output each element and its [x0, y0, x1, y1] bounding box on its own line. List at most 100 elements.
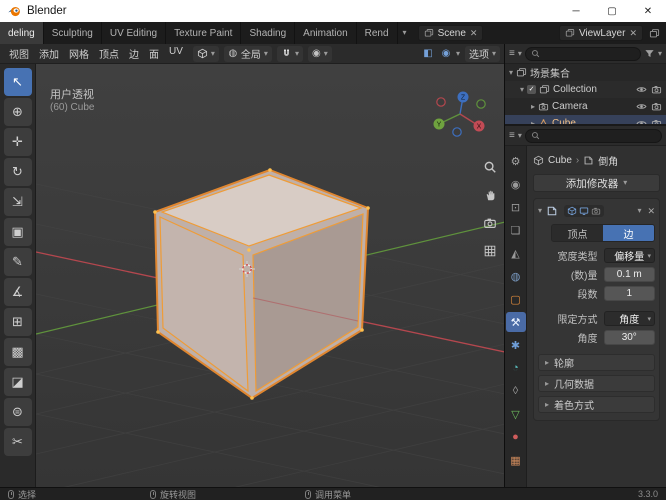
disable-render-icon[interactable] [651, 118, 662, 124]
close-button[interactable]: ✕ [630, 0, 666, 22]
collapsed-subpanel[interactable]: ▸ 着色方式 [538, 396, 655, 413]
workspace-tab[interactable]: Rend [357, 22, 398, 44]
viewport-menu[interactable]: 视图 [4, 46, 34, 61]
workspace-add-caret-icon[interactable]: ▾ [398, 29, 412, 37]
filter-caret-icon[interactable]: ▾ [658, 49, 662, 58]
scene-selector[interactable]: Scene ✕ [417, 25, 484, 41]
scene-unlink-icon[interactable]: ✕ [470, 28, 478, 38]
breadcrumb-modifier[interactable]: 倒角 [598, 153, 618, 168]
properties-tab-scene[interactable]: ◭ [506, 243, 526, 263]
viewport-menu[interactable]: 边 [124, 46, 144, 61]
affect-tab[interactable]: 边 [603, 225, 654, 241]
expand-icon[interactable]: ▾ [520, 85, 524, 94]
viewport-menu[interactable]: 面 [144, 46, 164, 61]
editor-type-caret-icon[interactable]: ▾ [518, 49, 522, 58]
pan-hand-icon[interactable] [481, 186, 498, 203]
hide-eye-icon[interactable] [636, 118, 647, 124]
zoom-icon[interactable] [481, 158, 498, 175]
filter-funnel-icon[interactable] [644, 48, 655, 59]
field-value[interactable]: 1 ▾ [603, 286, 655, 301]
viewport-canvas[interactable]: Z X Y 用户透视 (60) Cube [36, 64, 504, 487]
overlays-caret-icon[interactable]: ▾ [456, 49, 460, 58]
properties-tab-physics[interactable]: ◔ [506, 358, 526, 378]
field-value[interactable]: 偏移量 ▾ [603, 248, 655, 263]
properties-tab-modifiers[interactable]: ⚒ [505, 312, 526, 332]
properties-tab-particles[interactable]: ✱ [506, 335, 526, 355]
tool-button-loop-cut[interactable]: ⊜ [3, 398, 32, 426]
disable-render-icon[interactable] [651, 84, 662, 95]
tool-button-bevel[interactable]: ◪ [3, 368, 32, 396]
field-value[interactable]: 角度 ▾ [603, 311, 655, 326]
editmode-display-toggle-icon[interactable] [567, 206, 577, 216]
ortho-grid-icon[interactable] [481, 242, 498, 259]
outliner-row-collection[interactable]: ▾ ✓ Collection [505, 81, 666, 98]
viewport-menu[interactable]: 网格 [64, 46, 94, 61]
gizmo-z-neg[interactable] [452, 127, 462, 137]
tool-button-extrude-region[interactable]: ⊞ [3, 308, 32, 336]
gizmo-y-neg[interactable] [476, 99, 486, 109]
editor-type-caret-icon[interactable]: ▾ [518, 131, 522, 140]
field-value[interactable]: 30° ▾ [603, 330, 655, 345]
panel-expand-icon[interactable]: ▾ [538, 207, 542, 215]
mode-selector[interactable]: ▾ [192, 45, 219, 62]
tool-button-measure[interactable]: ∡ [3, 278, 32, 306]
tool-button-select-box[interactable]: ↖ [3, 68, 32, 96]
render-display-toggle-icon[interactable] [591, 206, 601, 216]
workspace-tab[interactable]: Texture Paint [166, 22, 242, 44]
modifier-extras-icon[interactable]: ▾ [637, 207, 641, 215]
minimize-button[interactable]: ─ [558, 0, 594, 22]
tool-button-rotate[interactable]: ↻ [3, 158, 32, 186]
camera-view-icon[interactable] [481, 214, 498, 231]
outliner-editor-icon[interactable]: ≡ [509, 48, 515, 59]
affect-tab[interactable]: 顶点 [552, 225, 603, 241]
gizmo-x-neg[interactable] [436, 97, 446, 107]
tool-button-move[interactable]: ✛ [3, 128, 32, 156]
properties-tab-object-data[interactable]: ▽ [506, 404, 526, 424]
viewport-menu[interactable]: 顶点 [94, 46, 124, 61]
properties-tab-object[interactable]: ▢ [506, 289, 526, 309]
realtime-display-toggle-icon[interactable] [579, 206, 589, 216]
maximize-button[interactable]: ▢ [594, 0, 630, 22]
outliner-row-scene-collection[interactable]: ▾ 场景集合 [505, 64, 666, 81]
workspace-tab[interactable]: Shading [241, 22, 296, 44]
properties-tab-texture[interactable]: ▦ [506, 450, 526, 470]
collapsed-subpanel[interactable]: ▸ 几何数据 [538, 375, 655, 392]
viewport-menu[interactable]: 添加 [34, 46, 64, 61]
outliner-row-camera[interactable]: ▸ Camera [505, 98, 666, 115]
workspace-tab[interactable]: UV Editing [102, 22, 167, 44]
outliner-row-cube[interactable]: ▸ Cube [505, 115, 666, 124]
tool-button-cursor[interactable]: ⊕ [3, 98, 32, 126]
new-layer-icon[interactable] [649, 28, 660, 39]
expand-icon[interactable]: ▸ [531, 102, 535, 111]
properties-tab-render[interactable]: ◉ [506, 174, 526, 194]
view-layer-selector[interactable]: ViewLayer ✕ [558, 25, 643, 41]
tool-button-scale[interactable]: ⇲ [3, 188, 32, 216]
properties-search-input[interactable] [524, 128, 662, 143]
expand-icon[interactable]: ▾ [509, 68, 513, 77]
proportional-editing-toggle[interactable]: ◉ ▾ [307, 45, 332, 62]
field-value[interactable]: 0.1 m ▾ [603, 267, 655, 282]
properties-tab-output[interactable]: ⊡ [506, 197, 526, 217]
viewport-menu[interactable]: UV [164, 46, 188, 61]
workspace-tab[interactable]: Animation [295, 22, 357, 44]
delete-modifier-icon[interactable]: ✕ [647, 206, 655, 216]
properties-tab-world[interactable]: ◍ [506, 266, 526, 286]
collection-checkbox[interactable]: ✓ [527, 85, 537, 94]
properties-tab-material[interactable]: ● [506, 427, 526, 447]
properties-editor-icon[interactable]: ≡ [509, 130, 515, 141]
tool-button-knife[interactable]: ✂ [3, 428, 32, 456]
hide-eye-icon[interactable] [636, 101, 647, 112]
transform-orientation-selector[interactable]: ◍ 全局 ▾ [223, 45, 272, 62]
view-layer-unlink-icon[interactable]: ✕ [629, 28, 637, 38]
tool-button-inset-faces[interactable]: ▩ [3, 338, 32, 366]
workspace-tab[interactable]: Sculpting [44, 22, 102, 44]
workspace-tab[interactable]: deling [0, 22, 44, 44]
show-overlays-toggle-icon[interactable]: ◉ [438, 46, 454, 62]
expand-icon[interactable]: ▸ [531, 119, 535, 124]
add-modifier-button[interactable]: 添加修改器 ▾ [533, 174, 660, 192]
breadcrumb-object[interactable]: Cube [548, 155, 572, 166]
properties-tab-tool[interactable]: ⚙ [506, 151, 526, 171]
properties-tab-view-layer[interactable]: ❏ [506, 220, 526, 240]
properties-tab-constraints[interactable]: ◊ [506, 381, 526, 401]
snap-toggle[interactable]: ▾ [276, 45, 303, 62]
